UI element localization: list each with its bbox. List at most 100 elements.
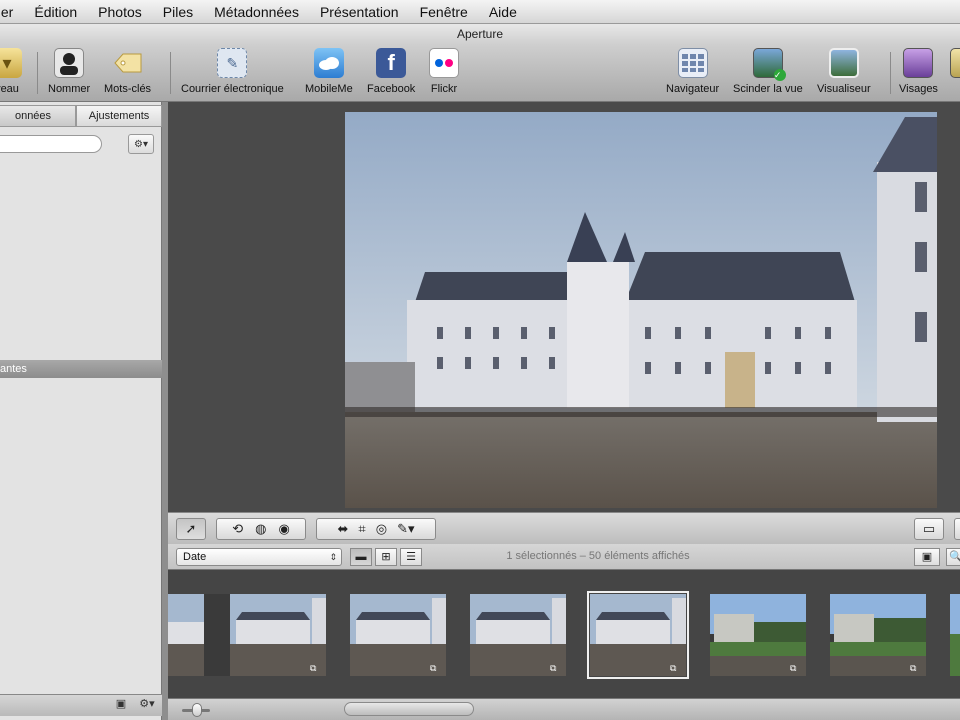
- sort-select-value: Date: [183, 551, 207, 563]
- thumbnail[interactable]: ⧉: [470, 594, 566, 676]
- inspector-search-input[interactable]: [0, 135, 102, 153]
- menu-bar: hier Édition Photos Piles Métadonnées Pr…: [0, 0, 960, 24]
- toolbar-flickr-label: Flickr: [430, 83, 458, 95]
- toolbar-keywords-label: Mots-clés: [104, 83, 152, 95]
- facebook-icon: f: [376, 48, 407, 78]
- toolbar-name-label: Nommer: [48, 83, 91, 95]
- sort-select[interactable]: Date ⇕: [176, 548, 342, 566]
- toolbar-split-view-button[interactable]: ✓ Scinder la vue: [733, 48, 803, 95]
- inspector-section-header[interactable]: antes: [0, 360, 162, 378]
- viewer-tool-bar: ➚ ⟲ ◍ ◉ ⬌ ⌗ ◎ ✎▾ ▭: [168, 512, 960, 544]
- adjust-tools: ⬌ ⌗ ◎ ✎▾: [316, 518, 436, 540]
- grid-view-icon[interactable]: ⊞: [375, 548, 397, 566]
- menu-edition[interactable]: Édition: [34, 4, 77, 20]
- heal-tool-icon[interactable]: ◍: [255, 521, 266, 537]
- menu-fichier[interactable]: hier: [0, 4, 13, 20]
- menu-fenetre[interactable]: Fenêtre: [420, 4, 468, 20]
- filmstrip: ⧉ ⧉ ⧉ ⧉ ⧉ ⧉ ⧉: [168, 570, 960, 698]
- brush-tool-icon[interactable]: ✎▾: [397, 521, 414, 537]
- toolbar-flickr-button[interactable]: Flickr: [429, 48, 459, 95]
- toolbar-viewer-label: Visualiseur: [817, 83, 871, 95]
- image-viewer: [168, 102, 960, 510]
- brush-icon[interactable]: ▣: [112, 697, 130, 713]
- toolbar-browser-label: Navigateur: [666, 83, 720, 95]
- places-icon: [950, 48, 960, 78]
- thumbnail[interactable]: ⧉: [830, 594, 926, 676]
- quick-fix-tools: ⟲ ◍ ◉: [216, 518, 306, 540]
- tab-metadata[interactable]: onnées: [0, 105, 76, 127]
- window-title: Aperture: [0, 24, 960, 44]
- loupe-icon[interactable]: ▣: [914, 548, 940, 566]
- more-icon[interactable]: [954, 518, 960, 540]
- inspector-tabs: onnées Ajustements: [0, 105, 162, 127]
- rotate-tool-icon[interactable]: ⟲: [232, 521, 243, 537]
- toolbar: ▾ veau Nommer Mots-clés ✎ Courrier élect…: [0, 44, 960, 102]
- list-view-icon[interactable]: ☰: [400, 548, 422, 566]
- selection-status: 1 sélectionnés – 50 éléments affichés: [506, 550, 690, 562]
- toolbar-split-view-label: Scinder la vue: [733, 83, 803, 95]
- menu-photos[interactable]: Photos: [98, 4, 142, 20]
- menu-piles[interactable]: Piles: [163, 4, 193, 20]
- main-photo[interactable]: [345, 112, 937, 508]
- filmstrip-bottom-bar: [168, 698, 960, 720]
- horizontal-scrollbar[interactable]: [344, 702, 474, 716]
- toolbar-viewer-button[interactable]: Visualiseur: [817, 48, 871, 95]
- crop-tool-icon[interactable]: ⌗: [358, 521, 365, 537]
- browser-bar: Date ⇕ ▬ ⊞ ☰ 1 sélectionnés – 50 élément…: [168, 544, 960, 570]
- toolbar-separator: [890, 52, 891, 94]
- import-icon[interactable]: ▭: [914, 518, 944, 540]
- toolbar-separator: [37, 52, 38, 94]
- thumbnail[interactable]: ⧉: [350, 594, 446, 676]
- search-icon[interactable]: 🔍: [946, 548, 960, 566]
- thumbnail[interactable]: ⧉: [710, 594, 806, 676]
- person-icon: [54, 48, 85, 78]
- inspector-panel: onnées Ajustements ⚙▾ antes ▣ ⚙▾: [0, 102, 162, 720]
- toolbar-email-label: Courrier électronique: [181, 83, 284, 95]
- badge-icon: ⧉: [310, 663, 317, 673]
- faces-icon: [903, 48, 934, 78]
- badge-icon: ⧉: [430, 663, 437, 673]
- toolbar-folder-label: veau: [0, 83, 19, 95]
- pointer-tool-icon[interactable]: ➚: [176, 518, 206, 540]
- filmstrip-view-icon[interactable]: ▬: [350, 548, 372, 566]
- retouch-tool-icon[interactable]: ◉: [278, 521, 289, 537]
- zoom-slider-knob[interactable]: [192, 703, 202, 717]
- toolbar-keywords-button[interactable]: Mots-clés: [104, 48, 151, 95]
- thumbnail[interactable]: [950, 594, 960, 676]
- gear-icon[interactable]: ⚙▾: [128, 134, 154, 154]
- split-view-icon: ✓: [752, 48, 786, 81]
- toolbar-places-button[interactable]: Li: [950, 48, 960, 95]
- badge-icon: ⧉: [670, 663, 677, 673]
- menu-metadonnees[interactable]: Métadonnées: [214, 4, 299, 20]
- menu-aide[interactable]: Aide: [489, 4, 517, 20]
- grid-icon: [677, 48, 708, 78]
- viewer-icon: [828, 48, 859, 78]
- menu-presentation[interactable]: Présentation: [320, 4, 399, 20]
- toolbar-facebook-label: Facebook: [367, 83, 416, 95]
- thumbnail-selected[interactable]: ⧉: [587, 591, 689, 679]
- redeye-tool-icon[interactable]: ◎: [376, 521, 387, 537]
- toolbar-faces-button[interactable]: Visages: [899, 48, 938, 95]
- flickr-icon: [429, 48, 459, 78]
- toolbar-mobileme-button[interactable]: MobileMe: [305, 48, 353, 95]
- badge-icon: ⧉: [790, 663, 797, 673]
- gear-icon[interactable]: ⚙▾: [138, 697, 156, 713]
- toolbar-facebook-button[interactable]: f Facebook: [367, 48, 415, 95]
- tab-adjustments[interactable]: Ajustements: [76, 105, 162, 127]
- stamp-icon: ✎: [217, 48, 248, 78]
- toolbar-separator: [170, 52, 171, 94]
- inspector-bottom-bar: ▣ ⚙▾: [0, 694, 162, 716]
- toolbar-email-button[interactable]: ✎ Courrier électronique: [181, 48, 284, 95]
- badge-icon: ⧉: [910, 663, 917, 673]
- toolbar-name-button[interactable]: Nommer: [48, 48, 90, 95]
- thumbnail[interactable]: ⧉: [230, 594, 326, 676]
- toolbar-faces-label: Visages: [899, 83, 938, 95]
- tag-icon: [113, 48, 143, 78]
- straighten-tool-icon[interactable]: ⬌: [338, 521, 349, 537]
- toolbar-browser-button[interactable]: Navigateur: [666, 48, 719, 95]
- cloud-icon: [313, 48, 344, 78]
- toolbar-folder-button[interactable]: ▾ veau: [0, 48, 22, 95]
- folder-icon: ▾: [0, 48, 22, 78]
- chevron-updown-icon: ⇕: [329, 552, 337, 562]
- toolbar-mobileme-label: MobileMe: [305, 83, 353, 95]
